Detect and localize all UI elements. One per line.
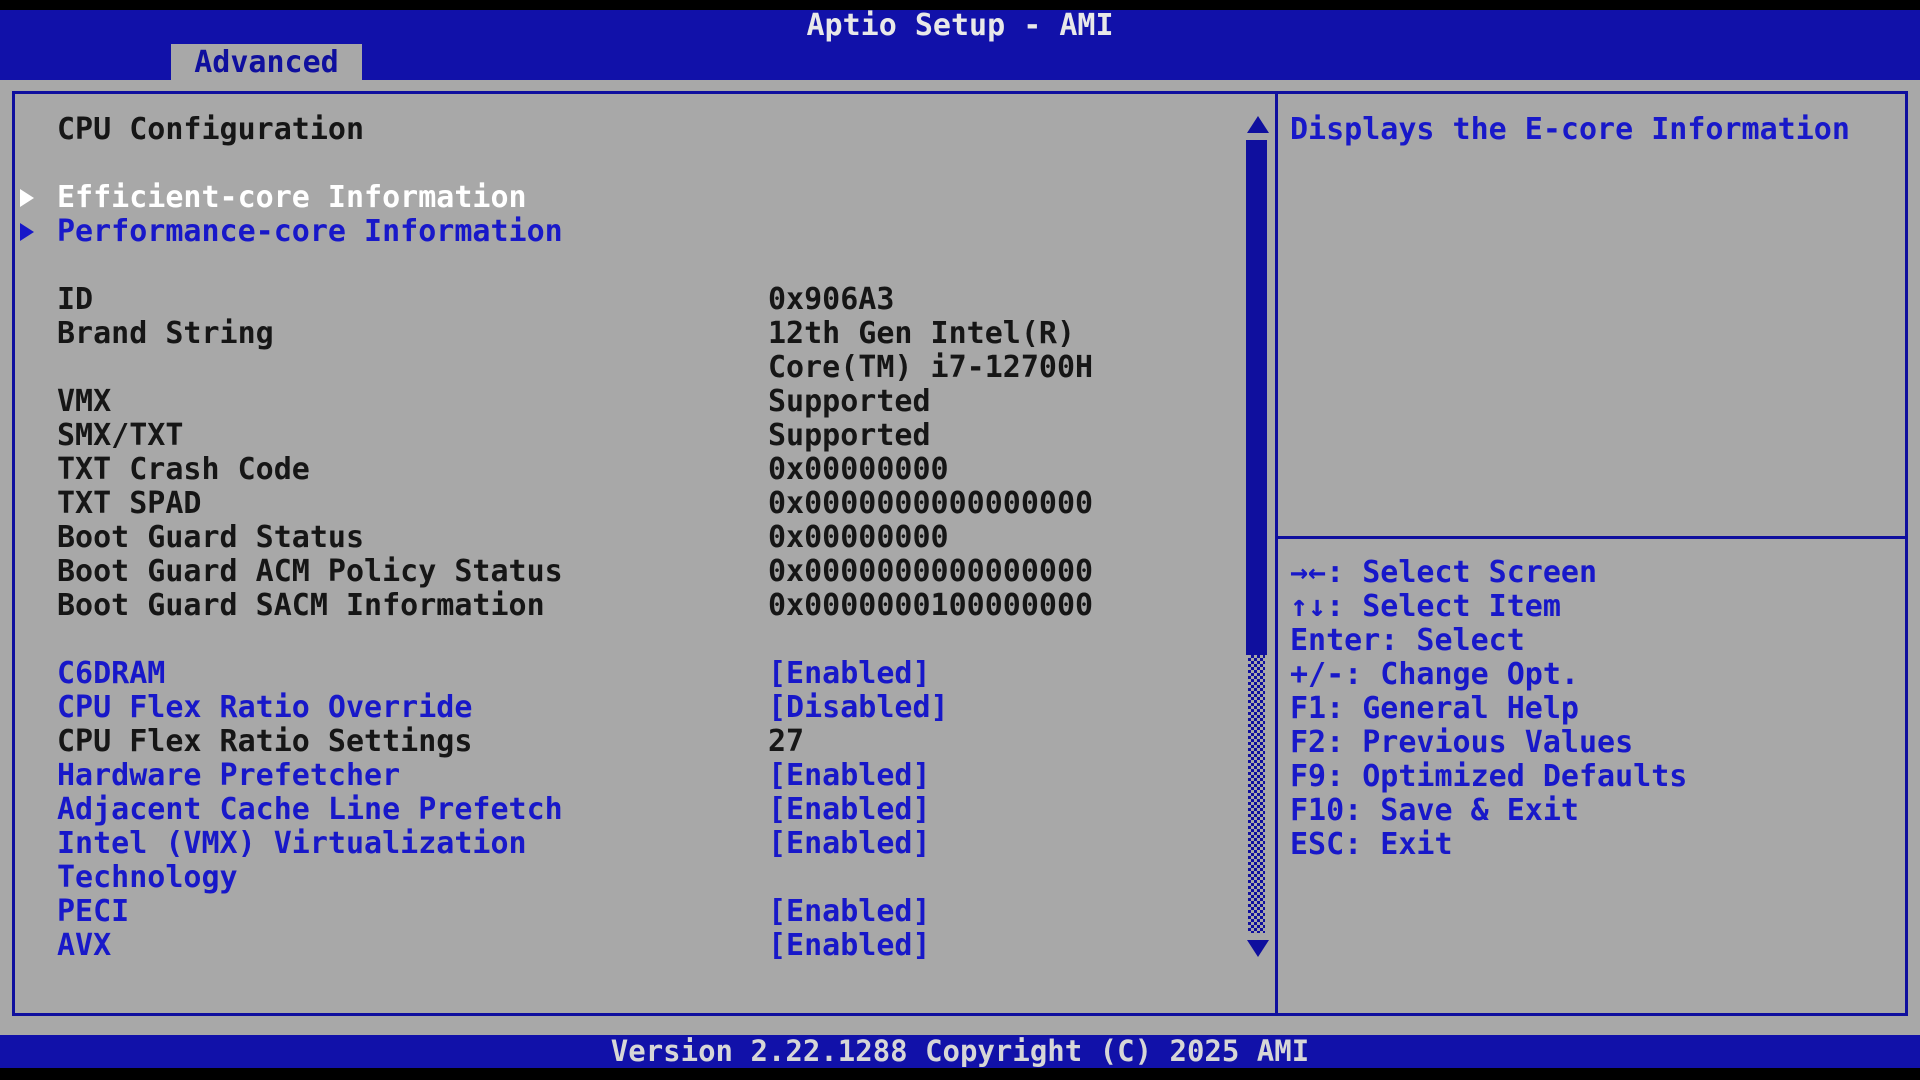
row-cpu-configuration: CPU Configuration xyxy=(0,113,1240,147)
row-peci[interactable]: PECI [Enabled] xyxy=(0,895,1240,929)
row-label: Technology xyxy=(57,861,238,895)
row-label: Performance-core Information xyxy=(57,215,563,249)
row-label: Efficient-core Information xyxy=(57,181,527,215)
setup-rows: CPU Configuration Efficient-core Informat… xyxy=(0,113,1240,963)
row-brand-string: Brand String 12th Gen Intel(R) xyxy=(0,317,1240,351)
row-blank xyxy=(0,147,1240,181)
row-value: [Enabled] xyxy=(768,895,931,929)
row-value: 0x0000000000000000 xyxy=(768,555,1093,589)
row-value: 0x0000000100000000 xyxy=(768,589,1093,623)
scroll-up-icon[interactable] xyxy=(1247,116,1269,133)
row-label: Adjacent Cache Line Prefetch xyxy=(57,793,563,827)
row-value: 27 xyxy=(768,725,804,759)
row-c6dram[interactable]: C6DRAM [Enabled] xyxy=(0,657,1240,691)
legend-select-item: ↑↓: Select Item xyxy=(1290,590,1687,624)
row-value: [Enabled] xyxy=(768,929,931,963)
row-value: 0x00000000 xyxy=(768,453,949,487)
row-value: [Enabled] xyxy=(768,657,931,691)
row-value: 0x0000000000000000 xyxy=(768,487,1093,521)
key-legend: →←: Select Screen↑↓: Select ItemEnter: S… xyxy=(1290,556,1687,862)
row-cpu-flex-ratio-settings: CPU Flex Ratio Settings 27 xyxy=(0,725,1240,759)
row-value: 0x00000000 xyxy=(768,521,949,555)
row-label: Boot Guard Status xyxy=(57,521,364,555)
legend-previous-values: F2: Previous Values xyxy=(1290,726,1687,760)
bios-setup-screen: Aptio Setup - AMI Advanced CPU Configura… xyxy=(0,0,1920,1080)
row-value: [Disabled] xyxy=(768,691,949,725)
submenu-arrow-icon xyxy=(20,223,34,241)
row-label: PECI xyxy=(57,895,129,929)
row-label: Hardware Prefetcher xyxy=(57,759,400,793)
scrollbar-thumb[interactable] xyxy=(1246,140,1267,655)
row-label: Boot Guard SACM Information xyxy=(57,589,545,623)
legend-save-exit: F10: Save & Exit xyxy=(1290,794,1687,828)
scroll-down-icon[interactable] xyxy=(1247,940,1269,957)
row-label: VMX xyxy=(57,385,111,419)
legend-exit: ESC: Exit xyxy=(1290,828,1687,862)
row-value: Core(TM) i7-12700H xyxy=(768,351,1093,385)
version-text: Version 2.22.1288 Copyright (C) 2025 AMI xyxy=(0,1035,1920,1068)
row-label: SMX/TXT xyxy=(57,419,183,453)
row-blank xyxy=(0,249,1240,283)
row-label: TXT SPAD xyxy=(57,487,202,521)
row-label: Intel (VMX) Virtualization xyxy=(57,827,527,861)
row-value: [Enabled] xyxy=(768,759,931,793)
row-label: Brand String xyxy=(57,317,274,351)
row-boot-guard-sacm-information: Boot Guard SACM Information 0x00000001000… xyxy=(0,589,1240,623)
row-hardware-prefetcher[interactable]: Hardware Prefetcher [Enabled] xyxy=(0,759,1240,793)
row-label: TXT Crash Code xyxy=(57,453,310,487)
row-core-tm-i7-12700h: Core(TM) i7-12700H xyxy=(0,351,1240,385)
panel-vertical-divider xyxy=(1275,91,1278,1016)
row-technology[interactable]: Technology xyxy=(0,861,1240,895)
bottom-black-strip xyxy=(0,1068,1920,1080)
row-value: 12th Gen Intel(R) xyxy=(768,317,1075,351)
row-value: 0x906A3 xyxy=(768,283,894,317)
row-txt-spad: TXT SPAD 0x0000000000000000 xyxy=(0,487,1240,521)
row-vmx: VMX Supported xyxy=(0,385,1240,419)
row-id: ID 0x906A3 xyxy=(0,283,1240,317)
row-label: Boot Guard ACM Policy Status xyxy=(57,555,563,589)
page-title: Aptio Setup - AMI xyxy=(0,9,1920,43)
row-value: Supported xyxy=(768,419,931,453)
row-label: ID xyxy=(57,283,93,317)
tab-advanced[interactable]: Advanced xyxy=(171,44,362,80)
row-txt-crash-code: TXT Crash Code 0x00000000 xyxy=(0,453,1240,487)
submenu-arrow-icon xyxy=(20,189,34,207)
row-efficient-core-information[interactable]: Efficient-core Information xyxy=(0,181,1240,215)
row-blank xyxy=(0,623,1240,657)
row-label: AVX xyxy=(57,929,111,963)
row-value: [Enabled] xyxy=(768,793,931,827)
legend-optimized-defaults: F9: Optimized Defaults xyxy=(1290,760,1687,794)
row-label: CPU Flex Ratio Override xyxy=(57,691,472,725)
row-smx-txt: SMX/TXT Supported xyxy=(0,419,1240,453)
legend-change-opt: +/-: Change Opt. xyxy=(1290,658,1687,692)
legend-select-screen: →←: Select Screen xyxy=(1290,556,1687,590)
row-adjacent-cache-line-prefetch[interactable]: Adjacent Cache Line Prefetch [Enabled] xyxy=(0,793,1240,827)
row-label: C6DRAM xyxy=(57,657,165,691)
row-cpu-flex-ratio-override[interactable]: CPU Flex Ratio Override [Disabled] xyxy=(0,691,1240,725)
row-label: CPU Configuration xyxy=(57,113,364,147)
row-intel-vmx-virtualization[interactable]: Intel (VMX) Virtualization [Enabled] xyxy=(0,827,1240,861)
row-performance-core-information[interactable]: Performance-core Information xyxy=(0,215,1240,249)
legend-select: Enter: Select xyxy=(1290,624,1687,658)
row-value: [Enabled] xyxy=(768,827,931,861)
legend-general-help: F1: General Help xyxy=(1290,692,1687,726)
scrollbar-track[interactable] xyxy=(1248,655,1265,933)
row-boot-guard-acm-policy-status: Boot Guard ACM Policy Status 0x0000000000… xyxy=(0,555,1240,589)
row-value: Supported xyxy=(768,385,931,419)
row-label: CPU Flex Ratio Settings xyxy=(57,725,472,759)
row-boot-guard-status: Boot Guard Status 0x00000000 xyxy=(0,521,1240,555)
item-help-text: Displays the E-core Information xyxy=(1290,113,1890,147)
row-avx[interactable]: AVX [Enabled] xyxy=(0,929,1240,963)
help-legend-divider xyxy=(1278,536,1905,539)
